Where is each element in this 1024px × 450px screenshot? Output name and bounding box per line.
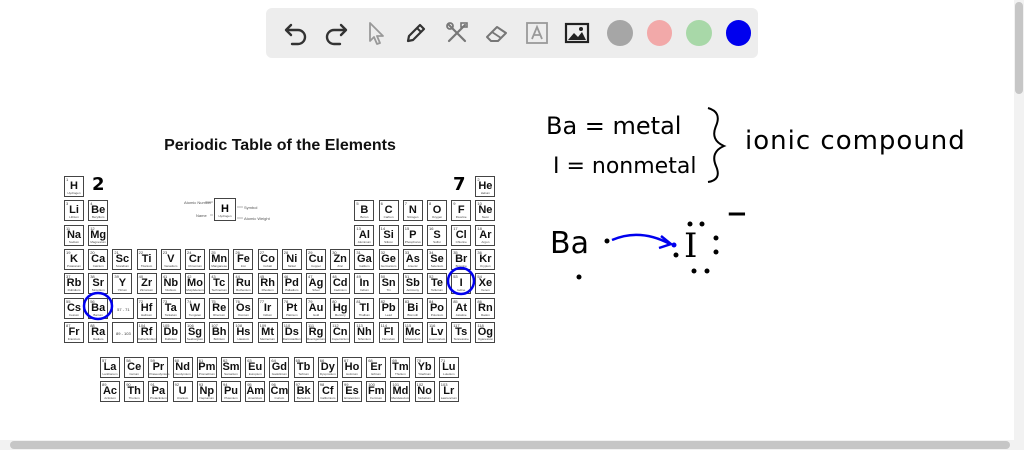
brace xyxy=(707,107,727,183)
i-electron-dot-3 xyxy=(713,235,719,241)
ba-electron-dot-2 xyxy=(576,274,582,280)
i-electron-dot-4 xyxy=(713,249,719,255)
i-electron-dot-5 xyxy=(691,268,697,274)
i-electron-dot-7 xyxy=(673,252,679,258)
i-electron-dot-6 xyxy=(704,268,710,274)
vertical-scrollbar[interactable] xyxy=(1014,0,1024,440)
transferred-electron-dot xyxy=(671,242,677,248)
horizontal-scroll-thumb[interactable] xyxy=(10,441,1010,449)
barium-circle xyxy=(82,291,114,321)
ba-electron-dot-1 xyxy=(604,238,610,244)
horizontal-scrollbar[interactable] xyxy=(0,440,1024,450)
ink-layer xyxy=(82,107,727,321)
i-electron-dot-2 xyxy=(699,221,705,227)
vertical-scroll-thumb[interactable] xyxy=(1015,2,1023,94)
i-electron-dot-1 xyxy=(687,221,693,227)
iodine-circle xyxy=(446,266,476,296)
